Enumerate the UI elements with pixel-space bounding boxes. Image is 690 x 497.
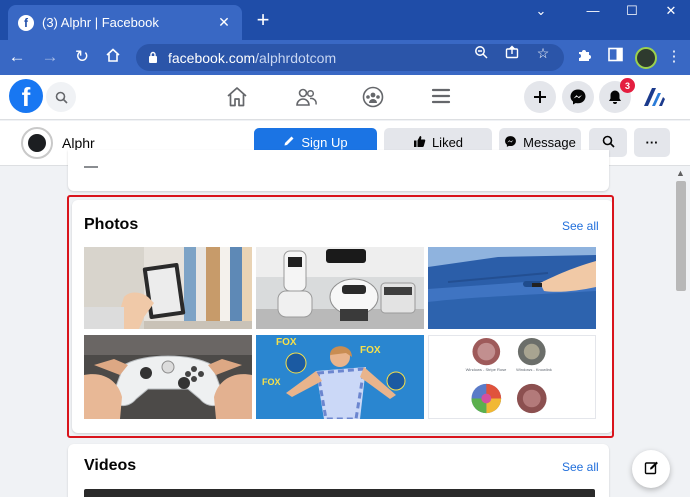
reload-icon[interactable]: ↻ bbox=[72, 47, 92, 67]
more-options-button[interactable]: ··· bbox=[634, 128, 670, 157]
forward-arrow-icon[interactable]: → bbox=[40, 47, 60, 67]
thumbs-up-icon bbox=[413, 135, 426, 151]
sign-up-label: Sign Up bbox=[301, 135, 348, 150]
messenger-icon[interactable] bbox=[562, 81, 594, 113]
facebook-top-nav: f bbox=[0, 75, 690, 120]
notification-count-badge: 3 bbox=[620, 78, 635, 93]
search-icon[interactable] bbox=[46, 82, 76, 112]
facebook-favicon-icon: f bbox=[18, 14, 34, 31]
search-icon bbox=[602, 135, 615, 151]
side-panel-icon[interactable] bbox=[605, 47, 625, 66]
create-plus-icon[interactable] bbox=[524, 81, 556, 113]
new-tab-button[interactable]: + bbox=[252, 9, 274, 31]
url-domain: facebook.com bbox=[168, 49, 256, 66]
previous-section-card bbox=[68, 150, 609, 191]
profile-avatar[interactable] bbox=[635, 47, 657, 69]
liked-label: Liked bbox=[431, 135, 464, 150]
zoom-icon[interactable] bbox=[472, 45, 490, 62]
back-arrow-icon[interactable]: ← bbox=[7, 47, 27, 67]
share-icon[interactable] bbox=[503, 45, 521, 62]
lock-icon bbox=[148, 50, 158, 66]
address-bar[interactable]: facebook.com/alphrdotcom bbox=[136, 44, 564, 71]
compose-pencil-icon bbox=[644, 460, 659, 479]
videos-title: Videos bbox=[84, 457, 137, 474]
home-icon[interactable] bbox=[103, 47, 123, 68]
tab-title: (3) Alphr | Facebook bbox=[42, 15, 159, 30]
groups-icon[interactable] bbox=[360, 85, 386, 111]
account-alphr-icon[interactable] bbox=[638, 81, 670, 113]
extensions-puzzle-icon[interactable] bbox=[574, 47, 594, 67]
browser-toolbar: ← → ↻ facebook.com/alphrdotcom ☆ ⋮ bbox=[0, 40, 690, 75]
facebook-logo-icon[interactable]: f bbox=[9, 79, 43, 113]
videos-card: Videos See all bbox=[68, 444, 609, 497]
browser-tab[interactable]: f (3) Alphr | Facebook ✕ bbox=[8, 5, 242, 40]
message-label: Message bbox=[523, 135, 576, 150]
maximize-button[interactable]: ☐ bbox=[622, 3, 642, 19]
tab-close-icon[interactable]: ✕ bbox=[216, 14, 232, 31]
page-avatar[interactable] bbox=[21, 127, 53, 159]
new-message-compose-button[interactable] bbox=[632, 450, 670, 488]
collapsed-item-icon bbox=[84, 162, 98, 168]
browser-tab-bar: f (3) Alphr | Facebook ✕ + ⌄ — ☐ ✕ bbox=[0, 0, 690, 40]
browser-menu-icon[interactable]: ⋮ bbox=[664, 47, 684, 65]
minimize-button[interactable]: — bbox=[583, 3, 603, 18]
photos-highlight-box bbox=[67, 195, 614, 438]
close-window-button[interactable]: ✕ bbox=[661, 3, 681, 19]
bookmark-star-icon[interactable]: ☆ bbox=[534, 45, 552, 62]
video-thumbnail[interactable] bbox=[84, 489, 595, 497]
pencil-icon bbox=[283, 135, 295, 150]
videos-see-all-link[interactable]: See all bbox=[562, 460, 599, 474]
page-name[interactable]: Alphr bbox=[62, 135, 95, 151]
home-icon[interactable] bbox=[224, 85, 250, 111]
scrollbar-thumb[interactable] bbox=[676, 181, 686, 291]
url-path: /alphrdotcom bbox=[255, 49, 337, 66]
menu-hamburger-icon[interactable] bbox=[428, 85, 454, 111]
scroll-up-arrow-icon[interactable]: ▲ bbox=[676, 168, 685, 178]
chevron-down-icon[interactable]: ⌄ bbox=[531, 3, 551, 19]
messenger-icon bbox=[504, 135, 517, 151]
friends-icon[interactable] bbox=[293, 85, 319, 111]
